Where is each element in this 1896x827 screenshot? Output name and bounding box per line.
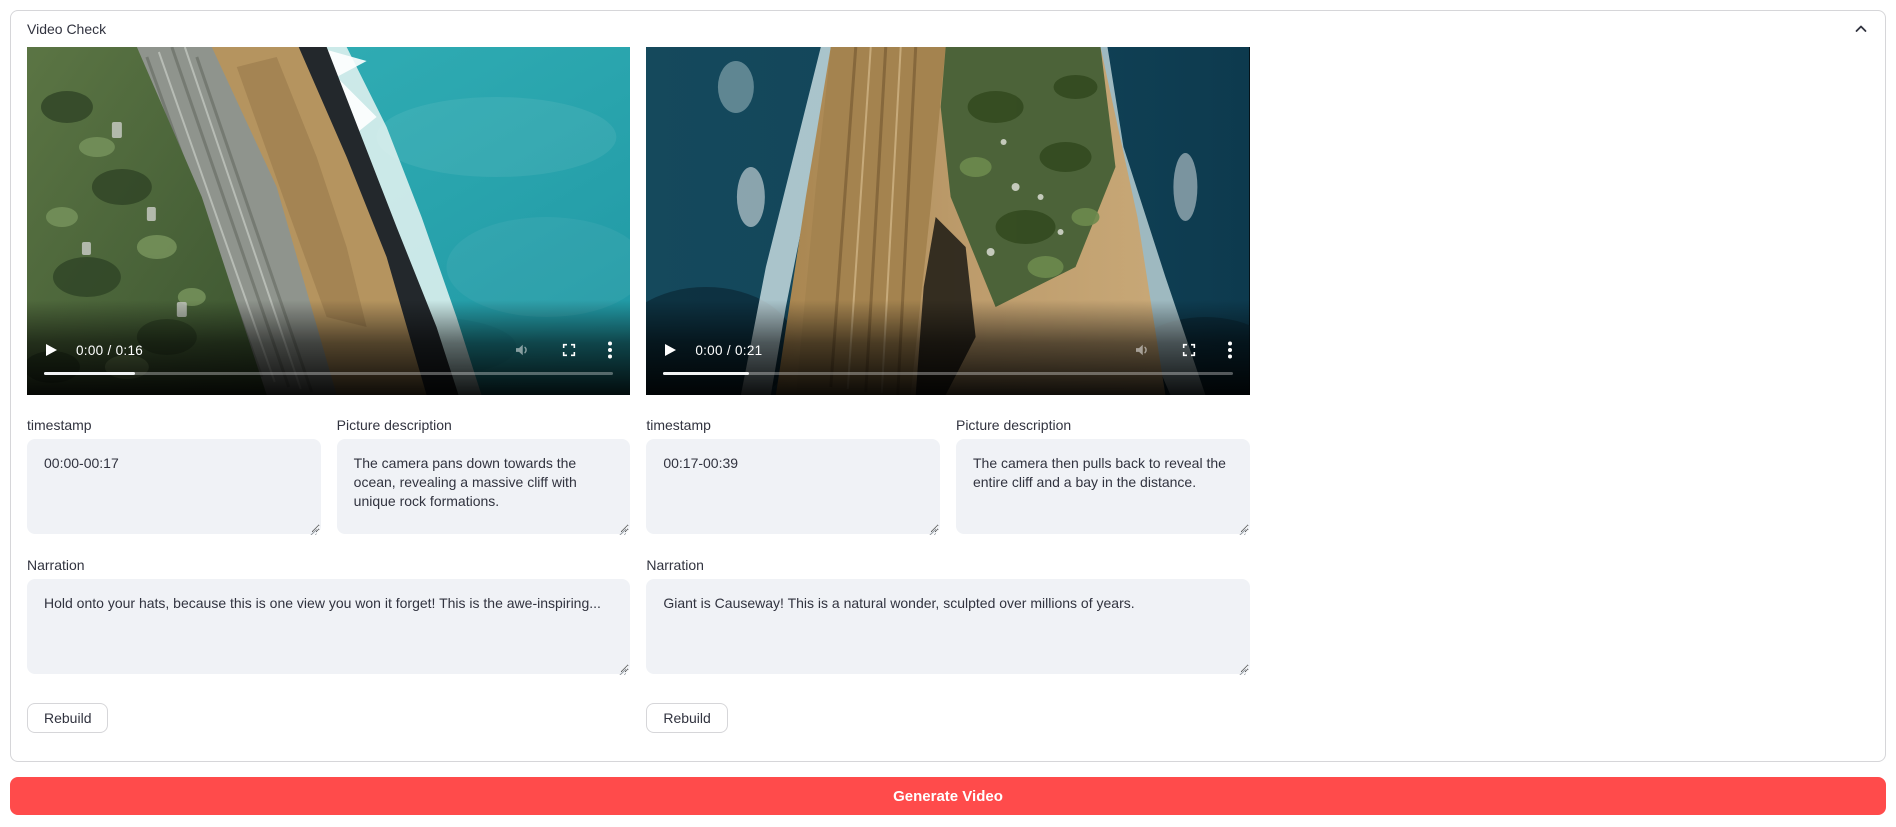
- picture-description-label: Picture description: [337, 417, 631, 433]
- play-icon[interactable]: [44, 343, 58, 357]
- segment-2: 0:00 / 0:21: [646, 47, 1249, 733]
- fullscreen-icon[interactable]: [561, 342, 577, 358]
- rebuild-button[interactable]: Rebuild: [646, 703, 727, 733]
- expander-header[interactable]: Video Check: [11, 11, 1885, 47]
- kebab-menu-icon[interactable]: [607, 341, 613, 359]
- timestamp-input[interactable]: 00:17-00:39: [646, 439, 940, 534]
- segment-1: 0:00 / 0:16: [27, 47, 630, 733]
- picture-description-label: Picture description: [956, 417, 1250, 433]
- video-time-display: 0:00 / 0:21: [695, 343, 762, 358]
- timestamp-label: timestamp: [27, 417, 321, 433]
- video-check-expander: Video Check: [10, 10, 1886, 762]
- timestamp-label: timestamp: [646, 417, 940, 433]
- volume-icon[interactable]: [513, 341, 531, 359]
- rebuild-button[interactable]: Rebuild: [27, 703, 108, 733]
- narration-input[interactable]: Giant is Causeway! This is a natural won…: [646, 579, 1249, 674]
- video-player-1[interactable]: 0:00 / 0:16: [27, 47, 630, 395]
- video-seekbar[interactable]: [44, 372, 613, 375]
- picture-description-input[interactable]: The camera pans down towards the ocean, …: [337, 439, 631, 534]
- narration-input[interactable]: Hold onto your hats, because this is one…: [27, 579, 630, 674]
- narration-label: Narration: [646, 557, 1249, 573]
- video-time-display: 0:00 / 0:16: [76, 343, 143, 358]
- play-icon[interactable]: [663, 343, 677, 357]
- empty-column: [1266, 47, 1869, 733]
- video-seekbar[interactable]: [663, 372, 1232, 375]
- narration-label: Narration: [27, 557, 630, 573]
- generate-video-button[interactable]: Generate Video: [10, 777, 1886, 815]
- expander-title: Video Check: [27, 21, 106, 37]
- video-buffered-bar: [663, 372, 748, 375]
- expander-content: 0:00 / 0:16: [11, 47, 1885, 749]
- chevron-up-icon[interactable]: [1853, 21, 1869, 37]
- picture-description-input[interactable]: The camera then pulls back to reveal the…: [956, 439, 1250, 534]
- video-player-2[interactable]: 0:00 / 0:21: [646, 47, 1249, 395]
- video-buffered-bar: [44, 372, 135, 375]
- volume-icon[interactable]: [1133, 341, 1151, 359]
- kebab-menu-icon[interactable]: [1227, 341, 1233, 359]
- fullscreen-icon[interactable]: [1181, 342, 1197, 358]
- timestamp-input[interactable]: 00:00-00:17: [27, 439, 321, 534]
